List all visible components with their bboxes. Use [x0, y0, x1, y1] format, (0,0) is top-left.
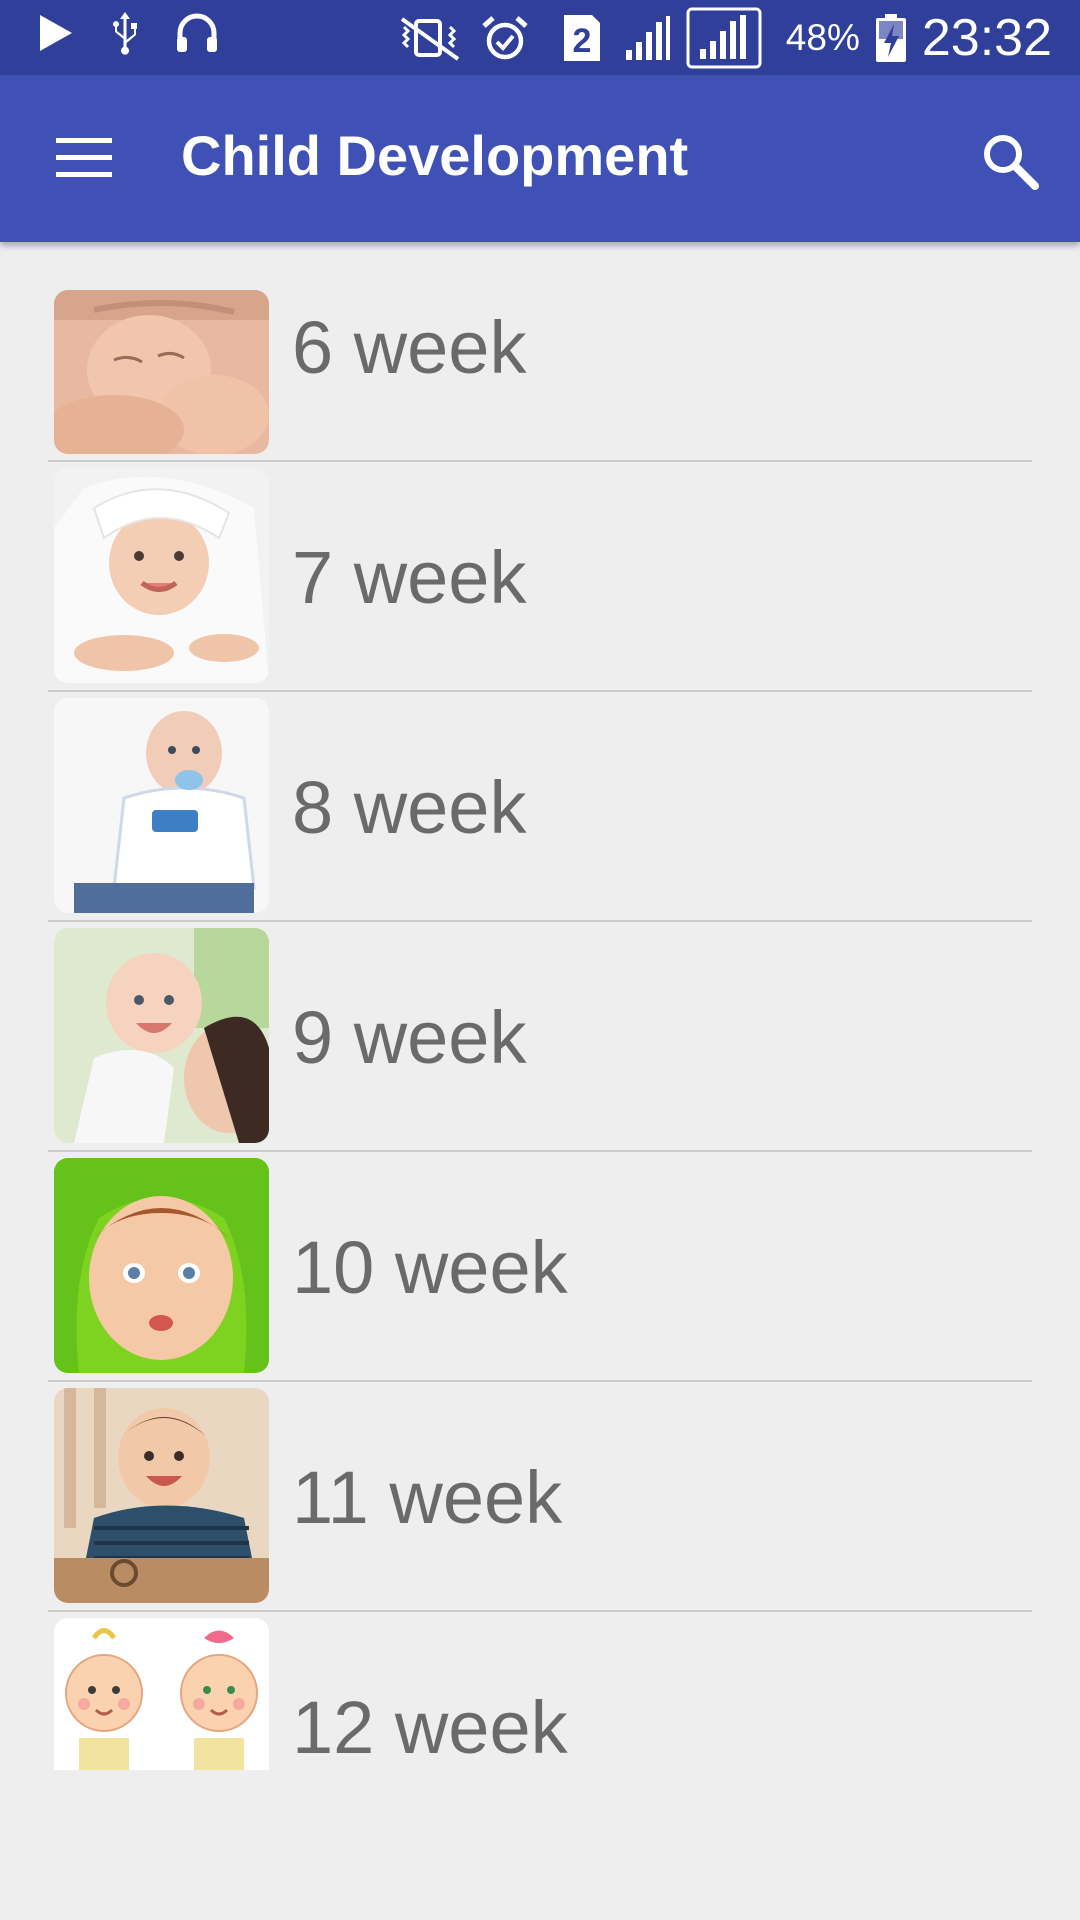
signal-icon — [686, 7, 762, 69]
baby-under-towel-photo — [54, 468, 269, 683]
clock: 23:32 — [921, 9, 1052, 67]
status-right-icons: 2 48% 23:32 — [392, 7, 1052, 69]
baby-with-mother-photo — [54, 928, 269, 1143]
menu-button[interactable] — [40, 125, 128, 195]
list-item-6-week[interactable]: 6 week — [48, 242, 1032, 462]
search-button[interactable] — [970, 123, 1050, 203]
signal-icon — [624, 14, 672, 62]
sim-2-icon: 2 — [562, 13, 602, 63]
search-icon — [980, 131, 1040, 196]
week-label: 6 week — [292, 305, 527, 389]
page-title: Child Development — [181, 124, 689, 187]
week-label: 11 week — [292, 1455, 563, 1539]
list-item-9-week[interactable]: 9 week — [48, 922, 1032, 1152]
svg-text:2: 2 — [572, 22, 591, 60]
list-item-7-week[interactable]: 7 week — [48, 462, 1032, 692]
week-label: 10 week — [292, 1225, 568, 1309]
week-label: 9 week — [292, 995, 527, 1079]
headset-icon — [174, 11, 220, 55]
list-item-11-week[interactable]: 11 week — [48, 1382, 1032, 1612]
week-label: 12 week — [292, 1685, 568, 1769]
status-bar: 2 48% 23:32 — [0, 0, 1080, 75]
menu-icon — [54, 136, 114, 185]
app-bar: Child Development — [0, 75, 1080, 242]
alarm-icon — [480, 13, 530, 63]
week-label: 7 week — [292, 535, 527, 619]
usb-icon — [110, 10, 140, 56]
list-item-12-week[interactable]: 12 week — [48, 1612, 1032, 1842]
play-icon — [36, 11, 76, 55]
baby-in-crib-photo — [54, 1388, 269, 1603]
list-item-8-week[interactable]: 8 week — [48, 692, 1032, 922]
list-item-10-week[interactable]: 10 week — [48, 1152, 1032, 1382]
vibrate-off-icon — [392, 13, 466, 63]
status-left-icons — [36, 10, 220, 56]
battery-charging-icon — [874, 12, 908, 64]
week-label: 8 week — [292, 765, 527, 849]
sleeping-newborn-photo — [54, 290, 269, 454]
baby-green-towel-photo — [54, 1158, 269, 1373]
baby-with-pacifier-photo — [54, 698, 269, 913]
battery-percent: 48% — [785, 17, 860, 58]
cartoon-babies-illustration — [54, 1618, 269, 1770]
